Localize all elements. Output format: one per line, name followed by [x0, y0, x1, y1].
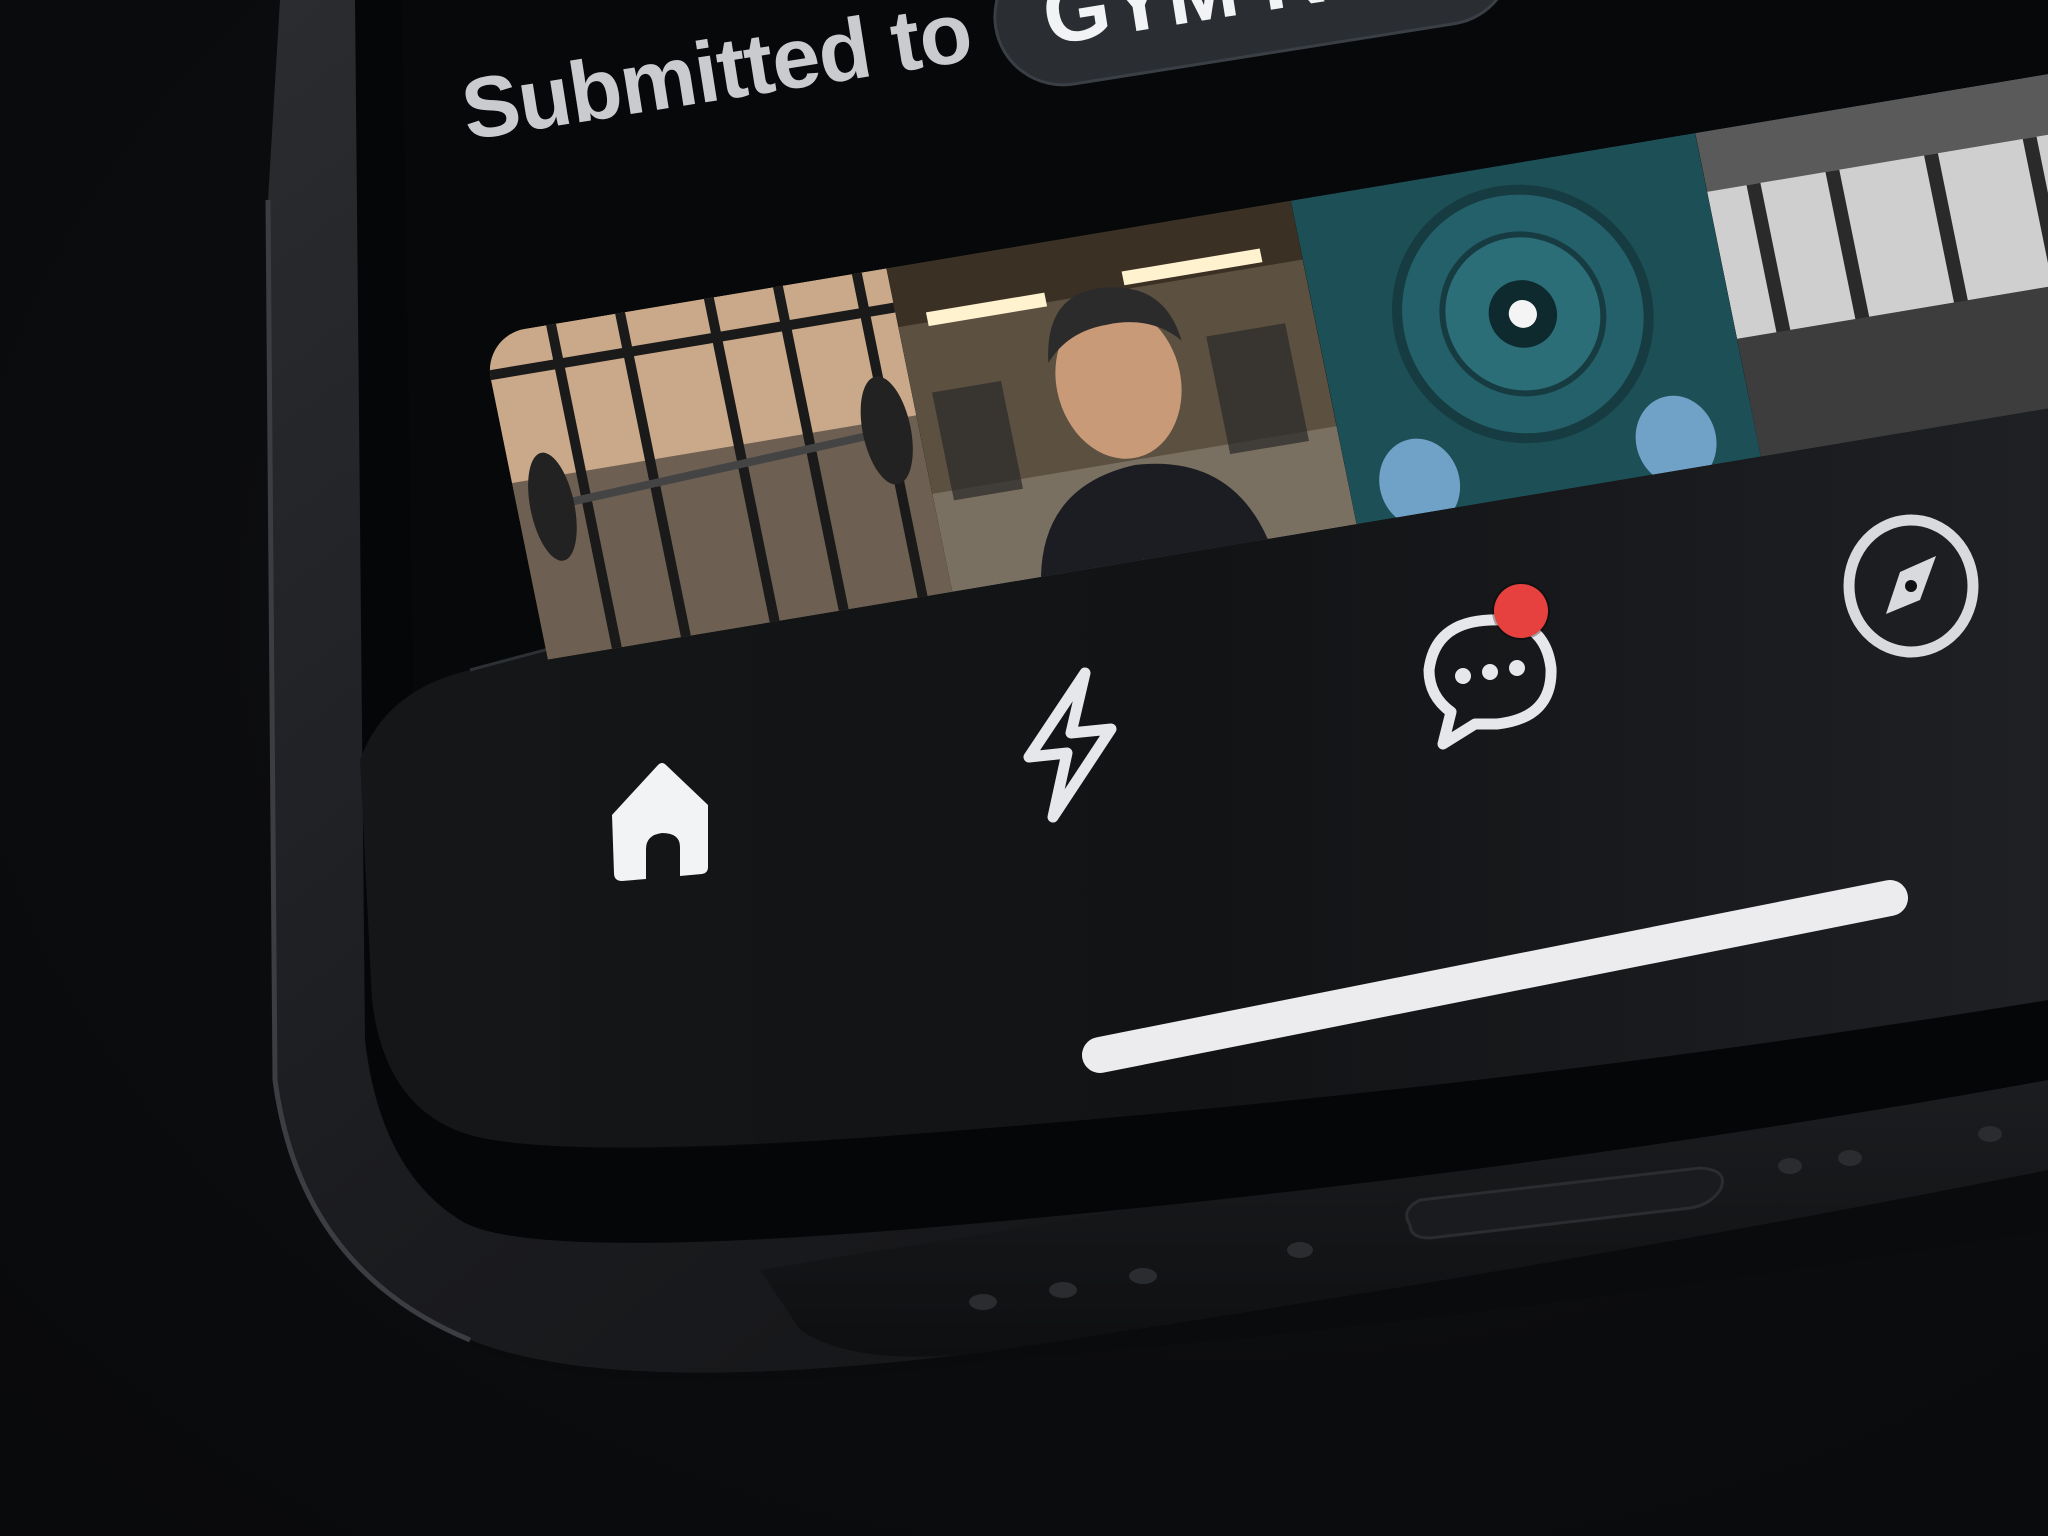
compass-icon[interactable]	[1836, 510, 1986, 665]
home-icon[interactable]	[600, 755, 720, 890]
submitted-label: Submitted to	[455, 0, 978, 159]
lightning-icon[interactable]	[1015, 665, 1125, 830]
notification-badge	[1494, 584, 1548, 638]
device-render: Submitted to GYM Rout	[0, 0, 2048, 1536]
photo-weight-plate[interactable]	[1290, 132, 1761, 525]
photo-squat-rack[interactable]	[482, 268, 953, 660]
photo-gym-selfie[interactable]	[886, 200, 1357, 592]
photo-gym-interior[interactable]	[1695, 65, 2048, 457]
